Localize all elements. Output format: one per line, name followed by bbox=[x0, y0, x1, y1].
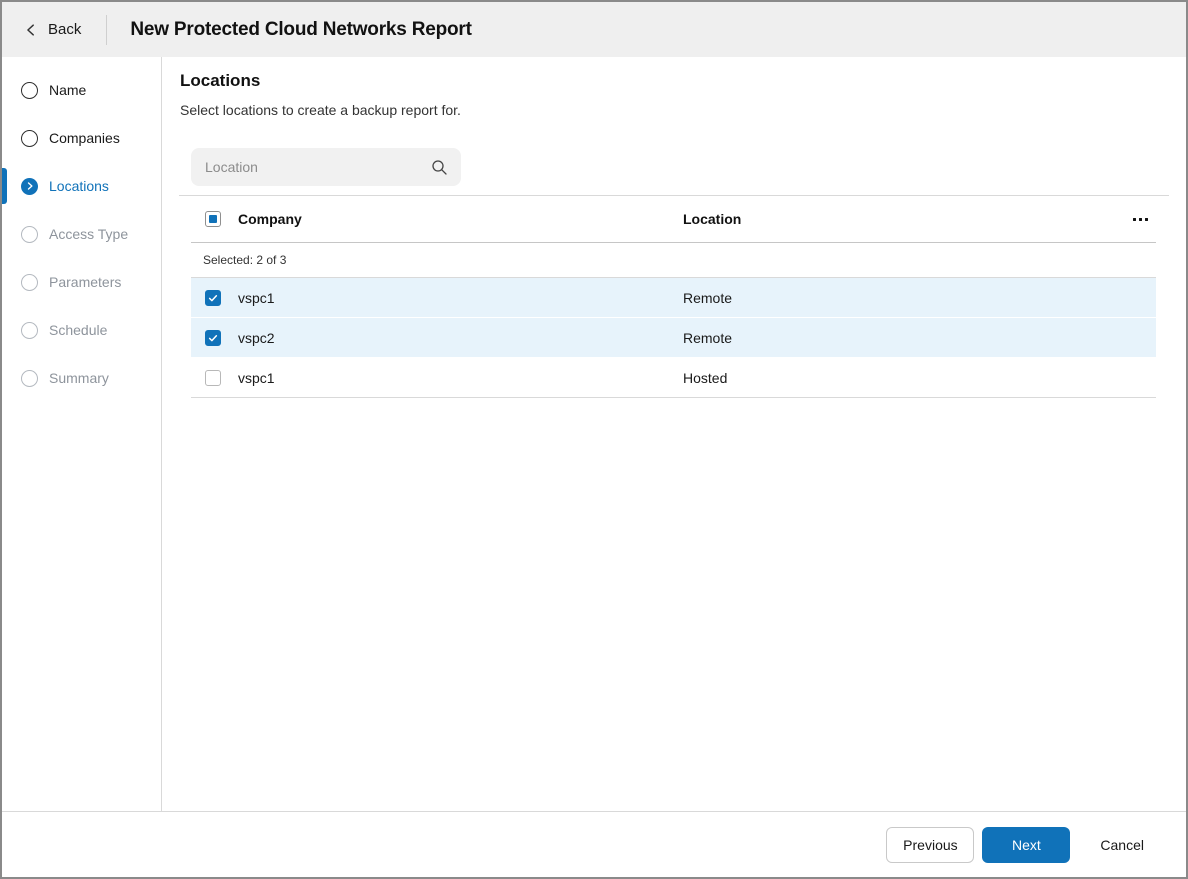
cancel-button[interactable]: Cancel bbox=[1092, 827, 1152, 863]
location-search-box[interactable] bbox=[191, 148, 461, 186]
check-icon bbox=[207, 332, 219, 344]
selection-summary: Selected: 2 of 3 bbox=[191, 243, 1156, 278]
wizard-window: Back New Protected Cloud Networks Report… bbox=[0, 0, 1188, 879]
step-circle-icon bbox=[21, 82, 38, 99]
page-title: New Protected Cloud Networks Report bbox=[130, 19, 471, 41]
step-parameters[interactable]: Parameters bbox=[2, 258, 161, 306]
topbar: Back New Protected Cloud Networks Report bbox=[2, 2, 1186, 57]
table-header-row: Company Location bbox=[191, 196, 1156, 243]
back-button[interactable]: Back bbox=[24, 21, 81, 38]
row-checkbox[interactable] bbox=[205, 370, 221, 386]
step-schedule[interactable]: Schedule bbox=[2, 306, 161, 354]
search-icon[interactable] bbox=[431, 159, 448, 176]
row-checkbox[interactable] bbox=[205, 290, 221, 306]
selection-summary-text: Selected: 2 of 3 bbox=[203, 253, 286, 267]
cell-company: vspc1 bbox=[238, 370, 683, 386]
cell-company: vspc2 bbox=[238, 330, 683, 346]
previous-button[interactable]: Previous bbox=[886, 827, 974, 863]
step-label: Name bbox=[49, 82, 86, 98]
cell-location: Remote bbox=[683, 330, 1156, 346]
cell-location: Remote bbox=[683, 290, 1156, 306]
search-input[interactable] bbox=[205, 159, 431, 175]
column-header-location[interactable]: Location bbox=[683, 211, 1127, 227]
step-circle-icon bbox=[21, 226, 38, 243]
step-companies[interactable]: Companies bbox=[2, 114, 161, 162]
step-label: Access Type bbox=[49, 226, 128, 242]
section-heading: Locations bbox=[180, 71, 1186, 91]
ellipsis-icon bbox=[1133, 218, 1136, 221]
step-label: Summary bbox=[49, 370, 109, 386]
step-circle-icon bbox=[21, 322, 38, 339]
section-subtitle: Select locations to create a backup repo… bbox=[180, 102, 1186, 118]
table-options-button[interactable] bbox=[1127, 212, 1154, 227]
table-row[interactable]: vspc2 Remote bbox=[191, 318, 1156, 358]
step-label: Schedule bbox=[49, 322, 107, 338]
column-header-company[interactable]: Company bbox=[238, 211, 683, 227]
step-label: Parameters bbox=[49, 274, 121, 290]
step-locations[interactable]: Locations bbox=[2, 162, 161, 210]
wizard-steps-sidebar: Name Companies Locations Access Type bbox=[2, 57, 162, 811]
row-checkbox[interactable] bbox=[205, 330, 221, 346]
cell-company: vspc1 bbox=[238, 290, 683, 306]
chevron-right-circle-icon bbox=[21, 178, 38, 195]
next-button[interactable]: Next bbox=[982, 827, 1070, 863]
table-row[interactable]: vspc1 Hosted bbox=[191, 358, 1156, 398]
step-label: Companies bbox=[49, 130, 120, 146]
select-all-checkbox[interactable] bbox=[205, 211, 221, 227]
indeterminate-mark bbox=[209, 215, 217, 223]
current-step-indicator bbox=[2, 168, 7, 204]
check-icon bbox=[207, 292, 219, 304]
step-circle-icon bbox=[21, 370, 38, 387]
step-circle-icon bbox=[21, 130, 38, 147]
step-summary[interactable]: Summary bbox=[2, 354, 161, 402]
topbar-divider bbox=[106, 15, 107, 45]
locations-table: Company Location Selected: 2 of 3 vspc1 … bbox=[191, 196, 1156, 398]
step-access-type[interactable]: Access Type bbox=[2, 210, 161, 258]
wizard-footer: Previous Next Cancel bbox=[2, 811, 1186, 877]
cell-location: Hosted bbox=[683, 370, 1156, 386]
back-label: Back bbox=[48, 21, 81, 38]
step-label: Locations bbox=[49, 178, 109, 194]
table-row[interactable]: vspc1 Remote bbox=[191, 278, 1156, 318]
chevron-left-icon bbox=[24, 23, 38, 37]
step-circle-icon bbox=[21, 274, 38, 291]
step-name[interactable]: Name bbox=[2, 66, 161, 114]
main-content: Locations Select locations to create a b… bbox=[162, 57, 1186, 811]
